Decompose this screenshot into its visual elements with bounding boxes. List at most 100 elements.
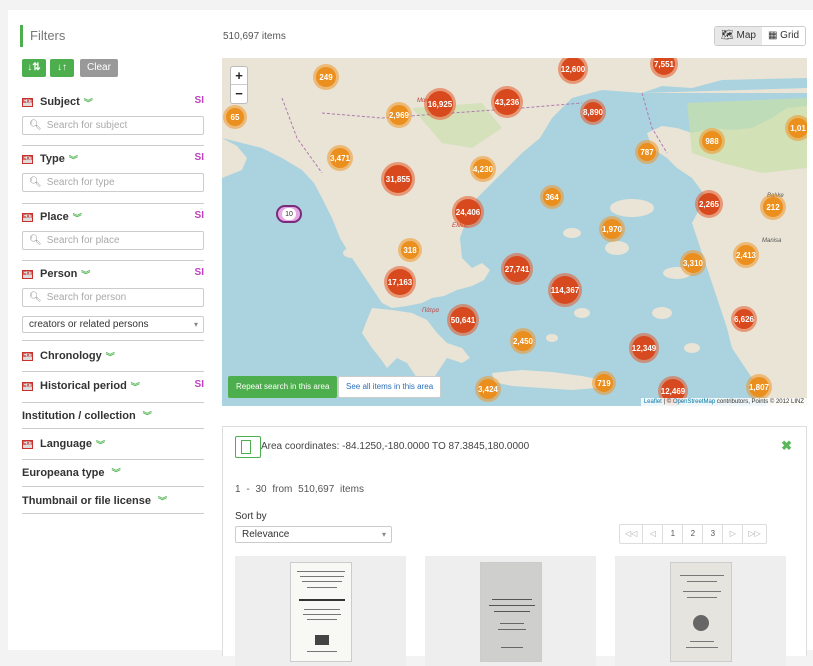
place-search-input[interactable]: 🔍︎ Search for place (22, 231, 204, 250)
map-cluster[interactable]: 2,413 (733, 242, 759, 268)
facet-place-header[interactable]: EXT Place ︾ SI (22, 209, 204, 225)
map-icon: 🗺︎ (721, 30, 737, 41)
divider (22, 203, 204, 204)
map-cluster[interactable]: 50,641 (447, 304, 479, 336)
facet-europeana-type[interactable]: Europeana type ︾ (22, 466, 204, 479)
seal-image (693, 615, 709, 631)
map-cluster[interactable]: 3,471 (327, 145, 353, 171)
map-cluster[interactable]: 1,970 (599, 216, 625, 242)
facet-chronology-header[interactable]: EXT Chronology ︾ (22, 348, 204, 364)
facet-thumbnail-license[interactable]: Thumbnail or file license ︾ (22, 494, 204, 507)
facet-language-header[interactable]: EXT Language ︾ (22, 436, 204, 452)
person-search-input[interactable]: 🔍︎ Search for person (22, 288, 204, 307)
next-page-button[interactable]: ▷ (723, 525, 744, 543)
search-icon: 🔍︎ (29, 292, 42, 303)
facet-institution[interactable]: Institution / collection ︾ (22, 409, 204, 422)
page: Filters ↓⇅ ↓↑ Clear EXT Subject ︾ SI 🔍︎ … (8, 10, 813, 666)
facet-label: Subject (40, 96, 80, 108)
zoom-out-button[interactable]: − (231, 85, 247, 103)
map-cluster[interactable]: 17,163 (384, 266, 416, 298)
map-cluster[interactable]: 6,626 (731, 306, 757, 332)
map-attribution: Leaflet | © OpenStreetMap contributors, … (640, 398, 807, 406)
grid-view-button[interactable]: ▦ Grid (761, 27, 806, 45)
map-cluster[interactable]: 43,236 (491, 86, 523, 118)
ext-badge: EXT (22, 269, 33, 279)
last-page-button[interactable]: ▷▷ (743, 525, 765, 543)
filters-title: Filters (20, 25, 65, 47)
prev-page-button[interactable]: ◁ (643, 525, 664, 543)
facet-type-header[interactable]: EXT Type ︾ SI (22, 151, 204, 167)
map-cluster[interactable]: 787 (635, 140, 659, 164)
map-cluster[interactable]: 1,807 (746, 374, 772, 400)
map-cluster[interactable]: 318 (398, 238, 422, 262)
facet-label: Person (40, 268, 78, 280)
facet-historical-period-header[interactable]: EXT Historical period ︾ SI (22, 378, 204, 394)
map-cluster[interactable]: 10 (276, 205, 302, 223)
clear-button[interactable]: Clear (80, 59, 118, 77)
sort-descending-button[interactable]: ↓↑ (50, 59, 74, 77)
page-2-button[interactable]: 2 (683, 525, 704, 543)
caret-down-icon: ▾ (193, 320, 198, 329)
map-cluster[interactable]: 364 (540, 185, 564, 209)
search-icon: 🔍︎ (29, 177, 42, 188)
ext-badge: EXT (22, 212, 33, 222)
page-3-button[interactable]: 3 (703, 525, 724, 543)
sort-select[interactable]: Relevance ▾ (235, 526, 392, 543)
si-link[interactable]: SI (195, 379, 204, 390)
sort-ascending-button[interactable]: ↓⇅ (22, 59, 46, 77)
map-cluster[interactable]: 2,265 (695, 190, 723, 218)
map-cluster[interactable]: 249 (313, 64, 339, 90)
facet-place: EXT Place ︾ SI 🔍︎ Search for place (22, 203, 204, 250)
filter-actions: ↓⇅ ↓↑ Clear (22, 59, 118, 77)
chevron-down-icon: ︾ (105, 351, 115, 362)
repeat-search-button[interactable]: Repeat search in this area (228, 376, 338, 398)
map-cluster[interactable]: 8,890 (580, 99, 606, 125)
document-thumbnail (670, 562, 732, 662)
map-cluster[interactable]: 31,855 (381, 162, 415, 196)
facet-label: Language (40, 438, 92, 450)
map-cluster[interactable]: 4,230 (470, 156, 496, 182)
chevron-down-icon: ︾ (83, 97, 93, 108)
facet-person-header[interactable]: EXT Person ︾ SI (22, 266, 204, 282)
map-cluster[interactable]: 24,406 (452, 196, 484, 228)
map[interactable]: Μακεδονία Ελλάς Πάτρα Balıke Manisa + − … (222, 58, 807, 406)
si-link[interactable]: SI (195, 210, 204, 221)
map-cluster[interactable]: 3,424 (475, 376, 501, 402)
si-link[interactable]: SI (195, 152, 204, 163)
si-link[interactable]: SI (195, 95, 204, 106)
map-cluster[interactable]: 12,349 (629, 333, 659, 363)
map-cluster[interactable]: 3,310 (680, 250, 706, 276)
subject-search-input[interactable]: 🔍︎ Search for subject (22, 116, 204, 135)
zoom-in-button[interactable]: + (231, 67, 247, 85)
first-page-button[interactable]: ◁◁ (620, 525, 644, 543)
map-cluster[interactable]: 2,969 (386, 102, 412, 128)
facet-language: EXT Language ︾ (22, 436, 204, 452)
leaflet-link[interactable]: Leaflet (644, 399, 662, 405)
map-view-button[interactable]: 🗺︎ Map (715, 27, 762, 45)
ext-badge: EXT (22, 351, 33, 361)
map-cluster[interactable]: 16,925 (424, 88, 456, 120)
ext-badge: EXT (22, 381, 33, 391)
map-cluster[interactable]: 988 (699, 128, 725, 154)
map-cluster[interactable]: 2,450 (510, 328, 536, 354)
facet-label: Place (40, 211, 69, 223)
close-icon[interactable]: ✖ (781, 438, 792, 454)
page-1-button[interactable]: 1 (663, 525, 684, 543)
facet-label: Chronology (40, 350, 102, 362)
zoom-control: + − (230, 66, 248, 104)
facet-subject-header[interactable]: EXT Subject ︾ SI (22, 94, 204, 110)
facet-label: Historical period (40, 380, 127, 392)
person-role-select[interactable]: creators or related persons ▾ (22, 316, 204, 333)
type-search-input[interactable]: 🔍︎ Search for type (22, 173, 204, 192)
map-cluster[interactable]: 719 (592, 371, 616, 395)
facet-subject: EXT Subject ︾ SI 🔍︎ Search for subject (22, 94, 204, 135)
see-all-items-button[interactable]: See all items in this area (338, 376, 442, 398)
map-cluster[interactable]: 212 (760, 194, 786, 220)
map-cluster[interactable]: 114,367 (548, 273, 582, 307)
osm-link[interactable]: OpenStreetMap (673, 399, 715, 405)
map-cluster[interactable]: 27,741 (501, 253, 533, 285)
map-cluster[interactable]: 1,01 (785, 115, 807, 141)
si-link[interactable]: SI (195, 267, 204, 278)
chevron-down-icon: ︾ (68, 154, 78, 165)
map-cluster[interactable]: 65 (223, 105, 247, 129)
